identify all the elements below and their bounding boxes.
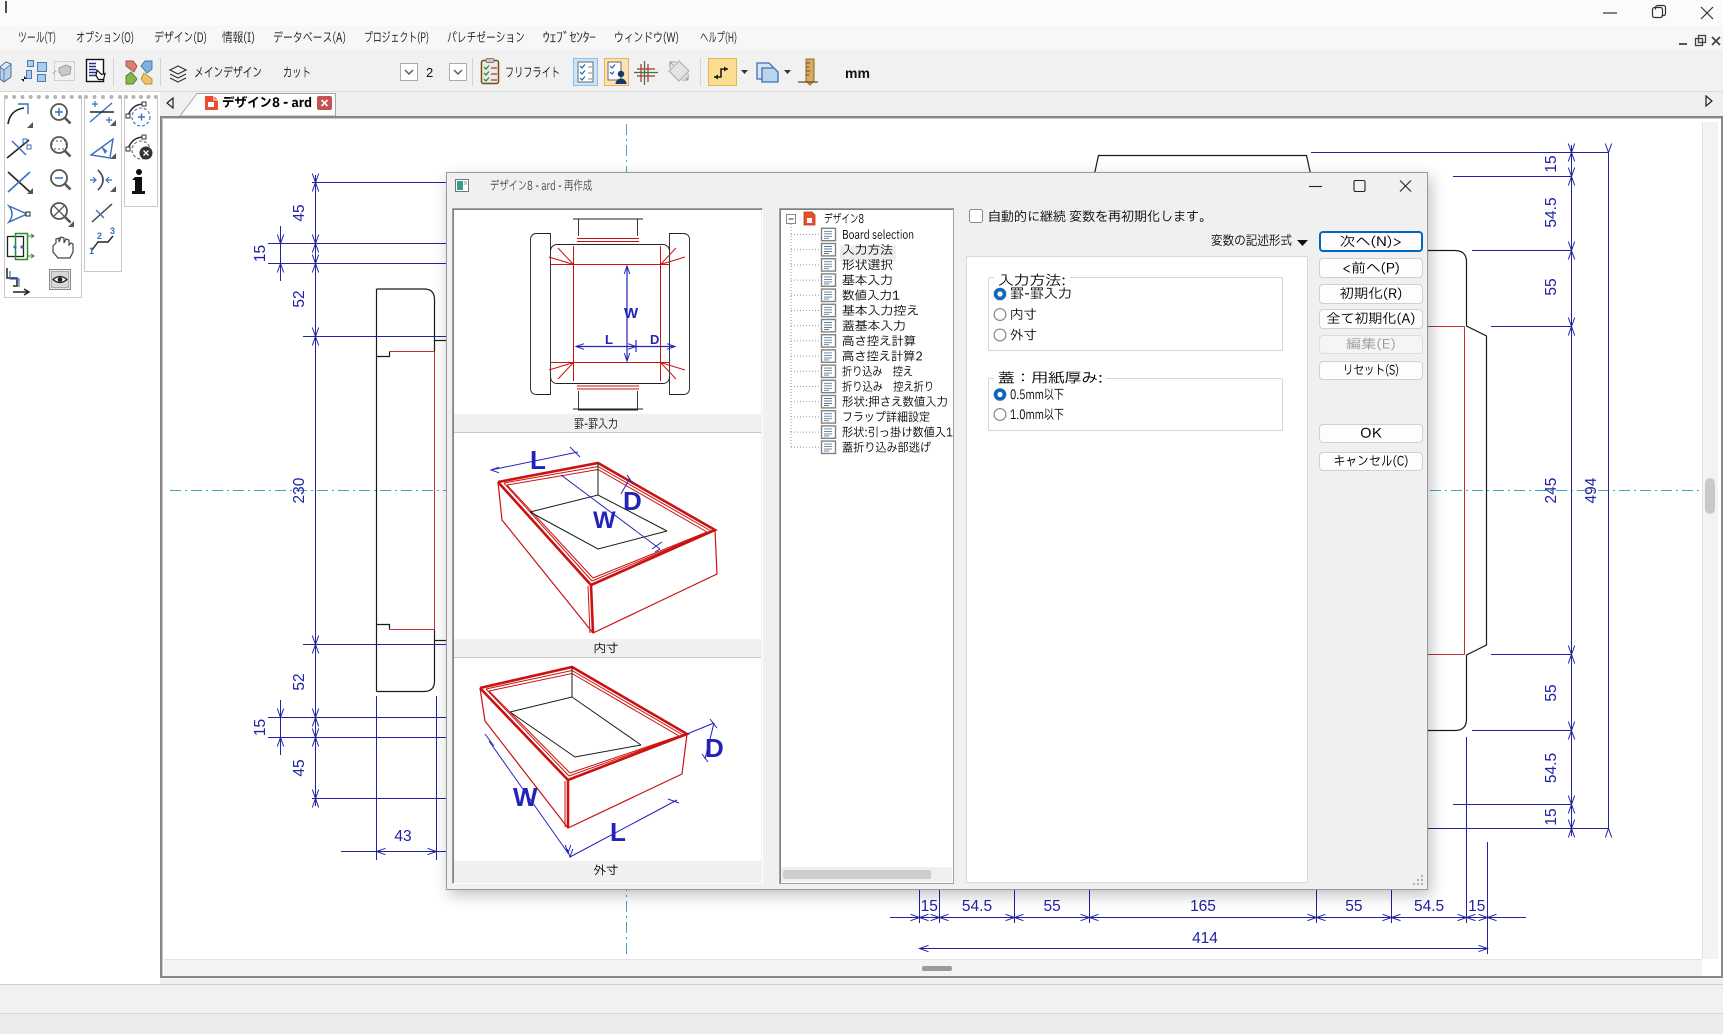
svg-text:D: D: [650, 332, 659, 347]
svg-text:W: W: [513, 782, 538, 812]
svg-text:W: W: [624, 305, 639, 322]
svg-text:mm: mm: [845, 65, 870, 81]
svg-text:1: 1: [89, 246, 94, 256]
svg-text:W: W: [593, 507, 616, 534]
svg-text:L: L: [530, 445, 546, 475]
svg-text:D: D: [705, 733, 724, 763]
svg-text:L: L: [610, 817, 626, 847]
svg-text:L: L: [605, 332, 613, 347]
svg-text:2: 2: [426, 65, 433, 80]
svg-text:3: 3: [110, 226, 115, 236]
svg-text:2: 2: [97, 231, 102, 241]
svg-text:D: D: [623, 486, 642, 516]
